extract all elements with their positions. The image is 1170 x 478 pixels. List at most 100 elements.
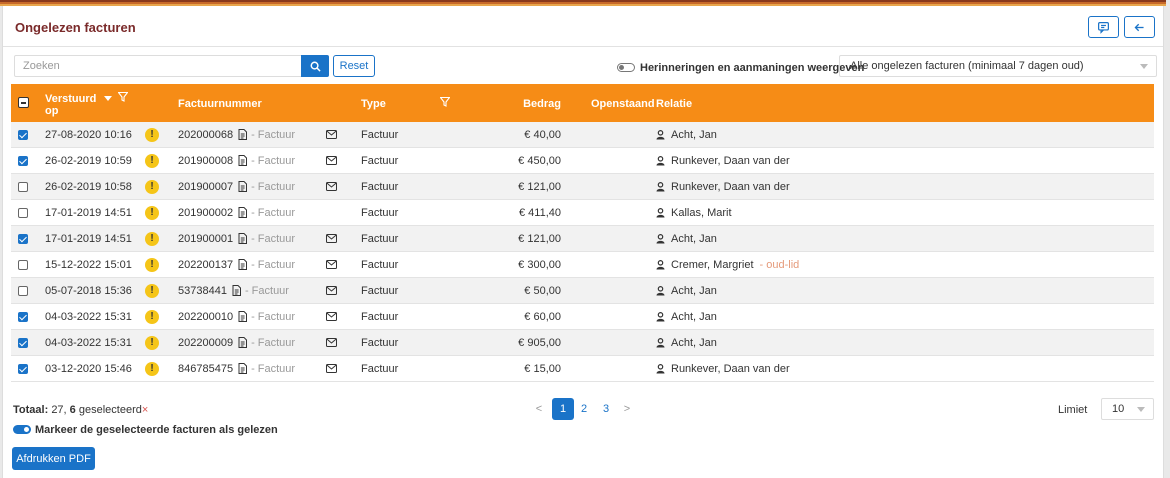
next-page-button[interactable]: > [621, 398, 633, 420]
relation-name[interactable]: Kallas, Marit [671, 207, 732, 219]
envelope-icon[interactable] [326, 338, 337, 347]
invoice-number[interactable]: 202200009 [178, 337, 233, 349]
sent-date: 26-02-2019 10:58 [45, 180, 132, 193]
filter-icon[interactable] [440, 97, 450, 107]
invoice-number[interactable]: 202200137 [178, 259, 233, 271]
limit-value: 10 [1112, 403, 1125, 415]
invoice-amount: € 121,00 [518, 180, 561, 193]
table-row[interactable]: 04-03-2022 15:31! 202200009 - Factuur Factu… [11, 330, 1154, 356]
invoice-type: Factuur [361, 336, 399, 349]
document-icon [238, 155, 248, 166]
warning-icon: ! [145, 335, 159, 350]
invoice-filter-select[interactable]: Alle ongelezen facturen (minimaal 7 dage… [839, 55, 1157, 77]
column-header-relation[interactable]: Relatie [656, 98, 692, 110]
envelope-icon[interactable] [326, 182, 337, 191]
row-checkbox[interactable] [18, 155, 28, 166]
back-button[interactable] [1124, 16, 1155, 38]
row-checkbox[interactable] [18, 337, 28, 348]
column-header-number[interactable]: Factuurnummer [178, 98, 262, 110]
limit-select[interactable]: 10 [1101, 398, 1154, 420]
relation-name[interactable]: Runkever, Daan van der [671, 181, 790, 193]
relation-name[interactable]: Acht, Jan [671, 233, 717, 245]
table-row[interactable]: 05-07-2018 15:36! 53738441 - Factuur Factuu… [11, 278, 1154, 304]
envelope-icon[interactable] [326, 234, 337, 243]
envelope-icon[interactable] [326, 286, 337, 295]
row-checkbox[interactable] [18, 181, 28, 192]
invoice-number[interactable]: 53738441 [178, 285, 227, 297]
comment-button[interactable] [1088, 16, 1119, 38]
relation-name[interactable]: Acht, Jan [671, 311, 717, 323]
table-row[interactable]: 27-08-2020 10:16! 202000068 - Factuur Factu… [11, 122, 1154, 148]
reminders-toggle[interactable] [617, 63, 635, 72]
envelope-icon[interactable] [326, 260, 337, 269]
invoice-amount: € 905,00 [518, 336, 561, 349]
prev-page-button[interactable]: < [533, 398, 545, 420]
table-row[interactable]: 03-12-2020 15:46! 846785475 - Factuur Factu… [11, 356, 1154, 382]
envelope-icon[interactable] [326, 156, 337, 165]
invoice-number[interactable]: 846785475 [178, 363, 233, 375]
document-type: - Factuur [251, 310, 296, 323]
invoice-type: Factuur [361, 180, 399, 193]
relation-name[interactable]: Acht, Jan [671, 337, 717, 349]
table-row[interactable]: 26-02-2019 10:59! 201900008 - Factuur Factu… [11, 148, 1154, 174]
relation-name[interactable]: Acht, Jan [671, 129, 717, 141]
invoice-number[interactable]: 201900002 [178, 207, 233, 219]
user-icon [656, 259, 665, 269]
row-checkbox[interactable] [18, 311, 28, 322]
document-icon [238, 363, 248, 374]
document-icon [232, 285, 241, 296]
invoice-number[interactable]: 201900001 [178, 233, 233, 245]
envelope-icon[interactable] [326, 312, 337, 321]
relation-name[interactable]: Runkever, Daan van der [671, 155, 790, 167]
invoice-type: Factuur [361, 258, 399, 271]
reset-button[interactable]: Reset [333, 55, 375, 77]
column-header-outstanding[interactable]: Openstaand [591, 98, 655, 110]
filter-icon[interactable] [118, 92, 128, 102]
search-button[interactable] [301, 55, 329, 77]
search-input[interactable] [14, 55, 302, 77]
sort-icon[interactable] [104, 96, 112, 102]
relation-name[interactable]: Runkever, Daan van der [671, 363, 790, 375]
row-checkbox[interactable] [18, 363, 28, 374]
invoice-number[interactable]: 201900007 [178, 181, 233, 193]
column-header-type[interactable]: Type [361, 98, 386, 110]
user-icon [656, 207, 665, 217]
page-3-button[interactable]: 3 [598, 398, 614, 420]
user-icon [656, 363, 665, 373]
row-checkbox[interactable] [18, 233, 28, 244]
table-row[interactable]: 04-03-2022 15:31! 202200010 - Factuur Factu… [11, 304, 1154, 330]
invoice-number[interactable]: 201900008 [178, 155, 233, 167]
clear-selection-icon[interactable]: × [142, 404, 148, 416]
sent-date: 15-12-2022 15:01 [45, 258, 132, 271]
select-all-checkbox[interactable] [18, 97, 29, 108]
row-checkbox[interactable] [18, 285, 28, 296]
invoice-number[interactable]: 202000068 [178, 129, 233, 141]
document-icon [238, 207, 248, 218]
row-checkbox[interactable] [18, 259, 28, 270]
sent-date: 27-08-2020 10:16 [45, 128, 132, 141]
invoice-number[interactable]: 202200010 [178, 311, 233, 323]
row-checkbox[interactable] [18, 207, 28, 218]
warning-icon: ! [145, 309, 159, 324]
invoice-amount: € 450,00 [518, 154, 561, 167]
user-icon [656, 311, 665, 321]
column-header-amount[interactable]: Bedrag [491, 98, 561, 110]
page-2-button[interactable]: 2 [576, 398, 592, 420]
table-row[interactable]: 15-12-2022 15:01! 202200137 - Factuur Factu… [11, 252, 1154, 278]
relation-name[interactable]: Acht, Jan [671, 285, 717, 297]
user-icon [656, 129, 665, 139]
table-row[interactable]: 26-02-2019 10:58! 201900007 - Factuur Factu… [11, 174, 1154, 200]
row-checkbox[interactable] [18, 129, 28, 140]
table-row[interactable]: 17-01-2019 14:51! 201900002 - Factuur Factu… [11, 200, 1154, 226]
envelope-icon[interactable] [326, 364, 337, 373]
envelope-icon[interactable] [326, 130, 337, 139]
document-icon [238, 259, 248, 270]
page-1-button[interactable]: 1 [552, 398, 574, 420]
relation-name[interactable]: Cremer, Margriet [671, 259, 754, 271]
column-header-sent[interactable]: Verstuurd op [45, 93, 105, 117]
mark-read-toggle[interactable] [13, 425, 31, 434]
table-row[interactable]: 17-01-2019 14:51! 201900001 - Factuur Factu… [11, 226, 1154, 252]
print-pdf-button[interactable]: Afdrukken PDF [12, 447, 95, 470]
relation-status: - oud-lid [759, 258, 800, 271]
comment-icon [1098, 21, 1109, 34]
